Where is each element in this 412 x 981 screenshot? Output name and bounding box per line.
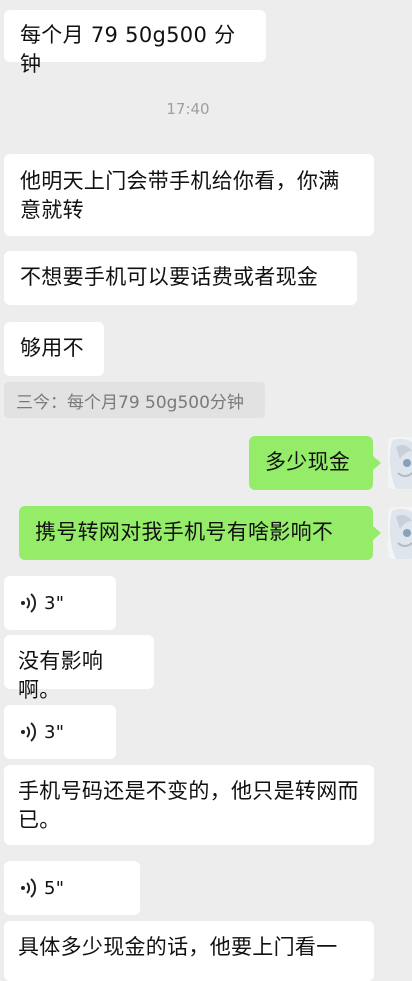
- voice-duration: 3": [44, 721, 65, 743]
- message-bubble-incoming[interactable]: 没有影响啊。: [4, 635, 154, 702]
- quoted-message[interactable]: 三今：每个月79 50g500分钟: [4, 382, 265, 418]
- message-bubble-incoming[interactable]: 手机号码还是不变的，他只是转网而已。: [4, 765, 374, 845]
- voice-wave-icon: [21, 878, 37, 898]
- bubble-tail: [373, 526, 381, 540]
- voice-message[interactable]: 3": [4, 576, 116, 630]
- message-bubble-incoming[interactable]: 不想要手机可以要话费或者现金: [4, 251, 357, 305]
- timestamp: 17:40: [166, 100, 210, 118]
- voice-duration: 5": [44, 877, 65, 899]
- message-bubble-outgoing[interactable]: 携号转网对我手机号有啥影响不: [19, 506, 373, 560]
- message-bubble-outgoing[interactable]: 多少现金: [249, 436, 373, 490]
- voice-wave-icon: [21, 593, 37, 613]
- message-bubble-incoming[interactable]: 具体多少现金的话，他要上门看一: [4, 921, 374, 981]
- message-bubble-incoming[interactable]: 他明天上门会带手机给你看，你满意就转: [4, 154, 374, 236]
- voice-message[interactable]: 5": [4, 861, 140, 915]
- voice-message[interactable]: 3": [4, 705, 116, 759]
- message-bubble-incoming[interactable]: 够用不: [4, 322, 104, 376]
- bubble-tail: [373, 456, 381, 470]
- user-avatar[interactable]: [388, 507, 412, 559]
- user-avatar[interactable]: [388, 437, 412, 489]
- voice-wave-icon: [21, 722, 37, 742]
- voice-duration: 3": [44, 592, 65, 614]
- message-bubble-incoming[interactable]: 每个月 79 50g500 分钟: [4, 10, 266, 76]
